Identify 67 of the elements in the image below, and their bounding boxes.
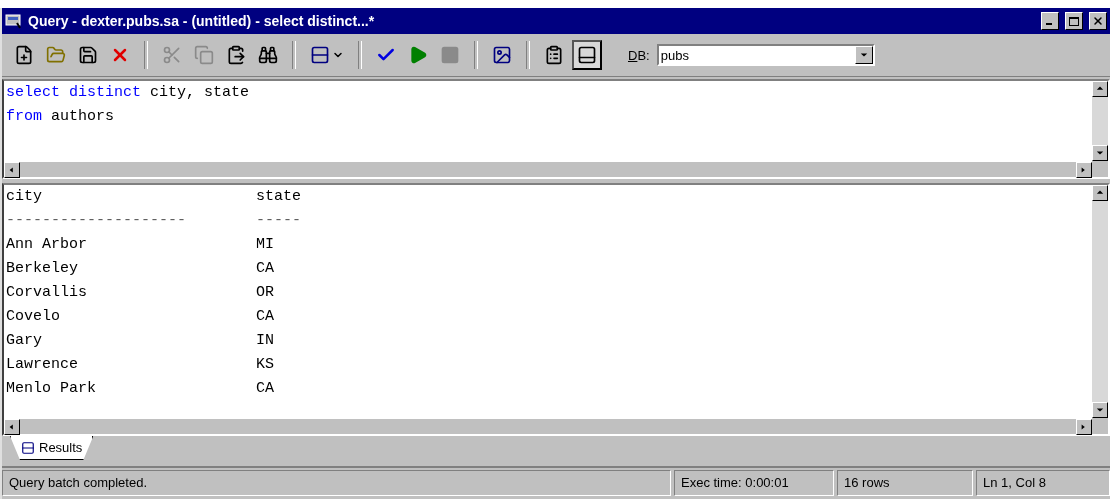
database-label: DB: bbox=[628, 47, 650, 63]
column-header: city bbox=[6, 187, 43, 207]
cursor-position: Ln 1, Col 8 bbox=[976, 470, 1110, 496]
stop-icon bbox=[440, 45, 460, 65]
arrow-icon bbox=[1096, 406, 1104, 414]
table-cell-text: Menlo Park bbox=[6, 379, 97, 399]
table-cell-text: Corvallis bbox=[6, 283, 88, 303]
horizontal-scrollbar[interactable] bbox=[4, 418, 1092, 434]
column-header: state bbox=[256, 187, 302, 207]
rows-icon bbox=[310, 45, 330, 65]
scissors-icon bbox=[162, 45, 182, 65]
close-button[interactable] bbox=[1089, 12, 1107, 30]
grid-icon bbox=[21, 440, 35, 455]
sql-text: city, state bbox=[150, 83, 250, 103]
properties-icon bbox=[544, 45, 564, 65]
play-icon bbox=[408, 45, 428, 65]
close-icon bbox=[1092, 15, 1104, 27]
save-icon bbox=[78, 45, 98, 65]
minimize-button[interactable] bbox=[1041, 12, 1059, 30]
maximize-button[interactable] bbox=[1065, 12, 1083, 30]
table-cell-text: CA bbox=[256, 259, 275, 279]
horizontal-scrollbar[interactable] bbox=[4, 161, 1092, 177]
exec-time: Exec time: 0:00:01 bbox=[674, 470, 834, 496]
header-underline: -------------------- bbox=[6, 211, 188, 231]
maximize-icon bbox=[1069, 16, 1079, 26]
dropdown-button[interactable] bbox=[854, 46, 873, 64]
new-file-icon bbox=[14, 45, 34, 65]
table-cell-text: Ann Arbor bbox=[6, 235, 88, 255]
window-title: Query - dexter.pubs.sa - (untitled) - select distinct...* bbox=[28, 13, 376, 29]
table-cell-text: CA bbox=[256, 379, 275, 399]
results-tab[interactable]: Results bbox=[10, 436, 94, 460]
arrow-icon bbox=[8, 423, 16, 431]
picture-icon bbox=[492, 45, 512, 65]
arrow-icon bbox=[1096, 189, 1104, 197]
sql-text: authors bbox=[51, 107, 115, 127]
query-editor[interactable]: select distinct city, state from authors bbox=[2, 79, 1110, 179]
table-cell-text: KS bbox=[256, 355, 275, 375]
database-dropdown[interactable]: pubs bbox=[656, 44, 875, 66]
scrollbar-corner bbox=[1092, 418, 1108, 434]
table-cell-text: IN bbox=[256, 331, 275, 351]
copy-icon bbox=[194, 45, 214, 65]
binoculars-icon bbox=[258, 45, 278, 65]
table-cell-text: Covelo bbox=[6, 307, 61, 327]
arrow-icon bbox=[1096, 149, 1104, 157]
sql-keyword: from bbox=[6, 107, 42, 127]
panel-icon bbox=[577, 45, 597, 65]
status-message: Query batch completed. bbox=[2, 470, 671, 496]
table-cell-text: Berkeley bbox=[6, 259, 79, 279]
row-count: 16 rows bbox=[837, 470, 973, 496]
arrow-icon bbox=[1096, 85, 1104, 93]
table-cell-text: OR bbox=[256, 283, 275, 303]
scrollbar-corner bbox=[1092, 161, 1108, 177]
vertical-scrollbar[interactable] bbox=[1092, 81, 1108, 161]
vertical-scrollbar[interactable] bbox=[1092, 185, 1108, 418]
folder-icon bbox=[46, 45, 66, 65]
table-cell-text: Gary bbox=[6, 331, 43, 351]
arrow-icon bbox=[859, 51, 868, 59]
table-cell-text: MI bbox=[256, 235, 275, 255]
toolbar-button[interactable] bbox=[572, 40, 602, 70]
sql-keyword: distinct bbox=[69, 83, 142, 103]
sql-keyword: select bbox=[6, 83, 60, 103]
header-underline: ----- bbox=[256, 211, 302, 231]
query-window-icon bbox=[5, 12, 23, 30]
table-cell-text: CA bbox=[256, 307, 275, 327]
paste-icon bbox=[226, 45, 246, 65]
arrow-icon bbox=[8, 166, 16, 174]
table-cell-text: Lawrence bbox=[6, 355, 79, 375]
